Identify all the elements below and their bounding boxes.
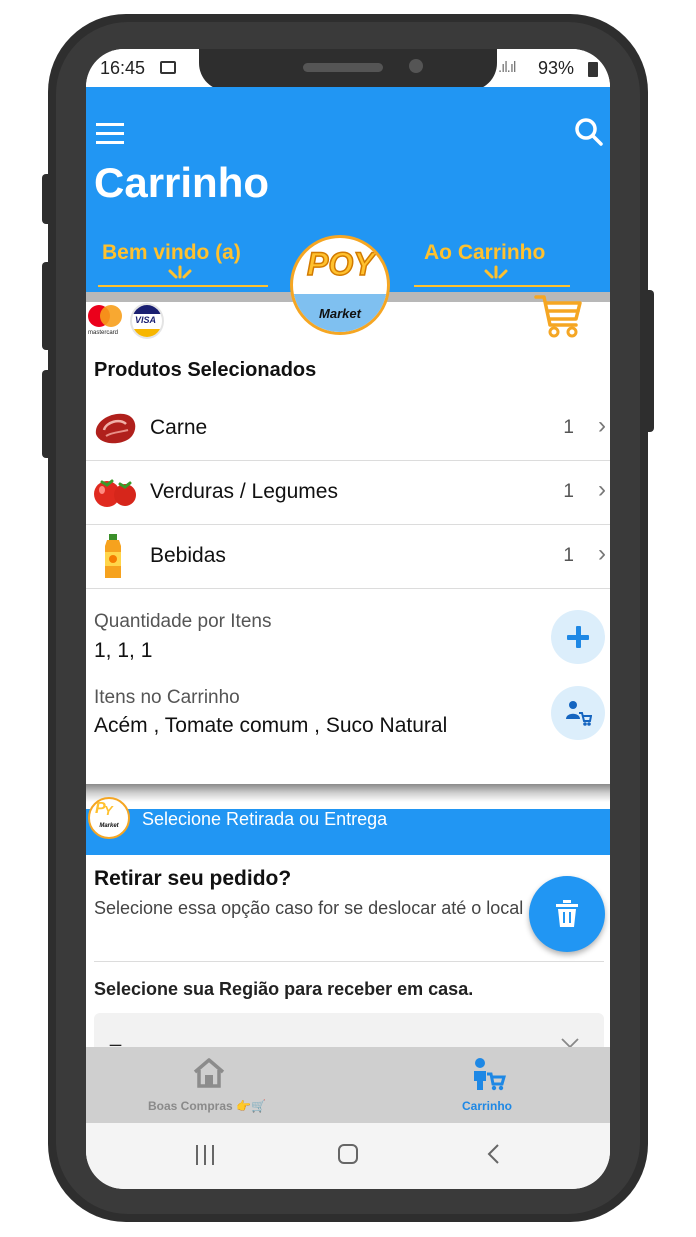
meat-icon (95, 413, 136, 444)
image-notification-icon (160, 61, 176, 74)
list-item-verduras[interactable]: Verduras / Legumes 1 › (86, 460, 610, 525)
battery-percent: 93% (538, 58, 575, 78)
battery-icon (588, 62, 598, 77)
chevron-right-icon: › (598, 540, 606, 567)
list-item-label: Carne (150, 416, 208, 439)
sparkle-icon (168, 265, 192, 279)
cart-items-value: Acém , Tomate comum , Suco Natural (94, 714, 448, 737)
logo-text: POY (306, 245, 375, 283)
status-time: 16:45 (100, 58, 146, 78)
juice-bottle-icon (105, 534, 121, 578)
delete-fab[interactable] (529, 876, 605, 952)
visa-icon: VISA (130, 303, 164, 339)
item-count: 1 (563, 481, 574, 502)
quantity-value: 1, 1, 1 (94, 639, 153, 662)
add-button[interactable] (551, 610, 605, 664)
item-count: 1 (563, 545, 574, 566)
person-cart-icon (566, 701, 592, 726)
chevron-right-icon: › (598, 476, 606, 503)
region-label: Selecione sua Região para receber em cas… (94, 979, 474, 999)
camera-notch (199, 49, 497, 91)
volume-button-top (42, 174, 52, 224)
shopping-cart-icon (534, 295, 582, 338)
back-icon[interactable] (486, 1143, 500, 1165)
power-button (644, 290, 654, 432)
volume-button-down (42, 370, 52, 458)
bottom-navigation: Boas Compras 👉🛒 Carrinho (86, 1047, 610, 1123)
phone-screen: 16:45 .ıl.ıl 93% Carrinho Bem vindo (a) … (86, 49, 610, 1189)
home-system-icon[interactable] (338, 1144, 358, 1164)
nav-home-label: Boas Compras 👉🛒 (148, 1099, 266, 1113)
quantity-label: Quantidade por Itens (94, 611, 272, 632)
list-item-carne[interactable]: Carne 1 › (86, 396, 610, 461)
poy-market-logo: POY Market (290, 235, 390, 335)
speaker-grille (303, 63, 383, 72)
chevron-right-icon: › (598, 412, 606, 439)
trash-icon (556, 900, 578, 927)
region-select-value: _ (110, 1025, 122, 1047)
nav-cart[interactable]: Carrinho (448, 1055, 528, 1117)
nav-home[interactable]: Boas Compras 👉🛒 (126, 1055, 296, 1117)
poy-market-small-logo: P Y Market (88, 797, 130, 839)
item-count: 1 (563, 417, 574, 438)
tomato-icon (94, 479, 136, 507)
pickup-description: Selecione essa opção caso for se desloca… (94, 898, 524, 918)
nav-cart-label: Carrinho (462, 1099, 513, 1113)
volume-button-up (42, 262, 52, 350)
page-title: Carrinho (94, 159, 270, 206)
search-icon[interactable] (574, 117, 604, 147)
front-camera (409, 59, 423, 73)
list-item-bebidas[interactable]: Bebidas 1 › (86, 524, 610, 589)
recent-apps-icon[interactable] (196, 1145, 216, 1165)
delivery-header: P Y Market Selecione Retirada ou Entrega (86, 797, 610, 855)
section-divider (86, 784, 610, 802)
menu-icon[interactable] (96, 121, 124, 144)
mastercard-icon: mastercard (88, 305, 124, 339)
signal-icon: .ıl.ıl (498, 59, 516, 76)
home-icon (193, 1058, 225, 1088)
list-item-label: Bebidas (150, 544, 226, 567)
pickup-title: Retirar seu pedido? (94, 867, 292, 890)
person-cart-icon (474, 1058, 506, 1091)
pickup-separator (94, 961, 604, 962)
delivery-header-title: Selecione Retirada ou Entrega (142, 809, 388, 829)
sparkle-icon (484, 265, 508, 279)
cart-user-button[interactable] (551, 686, 605, 740)
products-heading: Produtos Selecionados (94, 359, 317, 381)
system-navigation-bar (86, 1123, 610, 1189)
banner-welcome-text: Bem vindo (a) (102, 241, 241, 264)
logo-subtext: Market (319, 306, 361, 321)
banner-cart-text: Ao Carrinho (424, 241, 546, 264)
cart-items-label: Itens no Carrinho (94, 687, 240, 708)
list-item-label: Verduras / Legumes (150, 480, 338, 503)
